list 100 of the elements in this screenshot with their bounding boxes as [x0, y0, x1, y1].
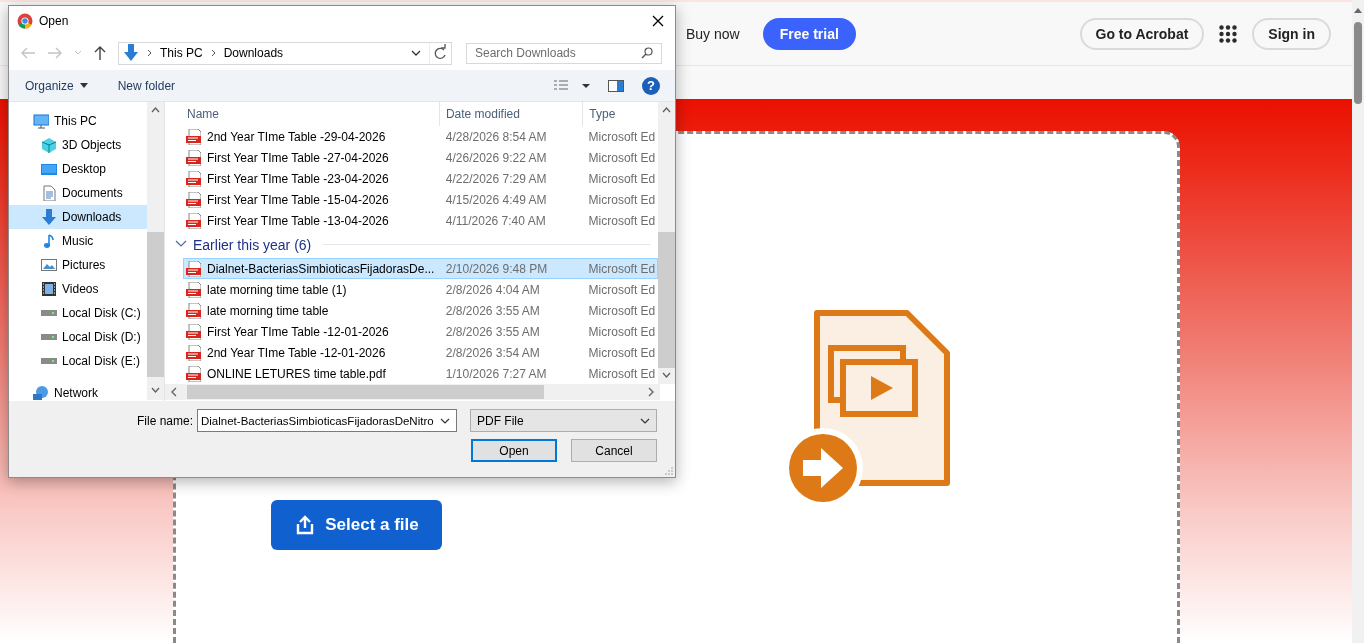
- cube-icon: [41, 137, 57, 153]
- column-header[interactable]: Name: [165, 102, 440, 126]
- dropdown-chevron-icon: [440, 417, 450, 424]
- free-trial-button[interactable]: Free trial: [762, 17, 856, 50]
- file-name: 2nd Year TIme Table -12-01-2026: [207, 345, 386, 360]
- sidebar-item[interactable]: Network: [9, 381, 147, 401]
- pdf-file-icon: [186, 302, 201, 319]
- type-cell-text: Microsoft Ed: [587, 366, 657, 381]
- file-type-dropdown[interactable]: PDF File: [470, 409, 657, 432]
- date-cell-text: 4/28/2026 8:54 AM: [444, 129, 548, 144]
- file-name: late morning time table: [207, 303, 329, 318]
- sidebar-item[interactable]: Downloads: [9, 205, 147, 229]
- sidebar-item[interactable]: Documents: [9, 181, 147, 205]
- address-bar[interactable]: This PC Downloads: [118, 41, 452, 65]
- search-icon: [641, 47, 653, 59]
- select-file-button[interactable]: Select a file: [271, 500, 442, 550]
- pdf-file-icon: [186, 128, 201, 145]
- type-cell-text: Microsoft Ed: [587, 129, 657, 144]
- dialog-button[interactable]: Open: [471, 439, 557, 462]
- sidebar-item[interactable]: Videos: [9, 277, 147, 301]
- close-icon[interactable]: [652, 15, 664, 27]
- document-icon: [41, 185, 57, 201]
- view-options-icon[interactable]: [554, 79, 590, 92]
- date-cell-text: 4/11/2026 7:40 AM: [444, 213, 547, 228]
- type-cell-text: Microsoft Ed: [587, 192, 657, 207]
- sign-in-button[interactable]: Sign in: [1252, 17, 1331, 50]
- up-arrow-icon[interactable]: [93, 45, 107, 61]
- file-row[interactable]: late morning time table (1) 2/8/2026 4:04 AM Microsoft Ed: [183, 279, 658, 300]
- field-label: File name:: [136, 413, 193, 428]
- chrome-logo-icon: [17, 13, 33, 29]
- type-cell-text: Microsoft Ed: [587, 303, 657, 318]
- date-cell-text: 4/22/2026 7:29 AM: [444, 171, 548, 186]
- breadcrumb[interactable]: Downloads: [223, 46, 284, 60]
- type-cell-text: Microsoft Ed: [587, 171, 657, 186]
- breadcrumb[interactable]: This PC: [160, 46, 203, 60]
- buy-now-link[interactable]: Buy now: [686, 25, 740, 42]
- desktop-icon: [41, 161, 57, 177]
- dropdown-chevron-icon[interactable]: [411, 50, 421, 56]
- file-row[interactable]: First Year TIme Table -23-04-2026 4/22/2026 7:29 AM Microsoft Ed: [183, 168, 658, 189]
- sidebar-item[interactable]: Pictures: [9, 253, 147, 277]
- sidebar-item[interactable]: This PC: [9, 109, 147, 133]
- file-row[interactable]: Dialnet-BacteriasSimbioticasFijadorasDe... 2/10/2026 9:48 PM Microsoft Ed: [183, 258, 658, 279]
- file-name-field[interactable]: Dialnet-BacteriasSimbioticasFijadorasDeNitro: [197, 409, 457, 432]
- go-to-acrobat-button[interactable]: Go to Acrobat: [1079, 17, 1205, 50]
- new-folder-button[interactable]: New folder: [111, 78, 182, 93]
- sidebar-item[interactable]: Local Disk (C:): [9, 301, 147, 325]
- apps-grid-icon[interactable]: [1219, 24, 1238, 43]
- type-cell-text: Microsoft Ed: [587, 213, 657, 228]
- pdf-file-icon: [186, 212, 201, 229]
- file-name: First Year TIme Table -15-04-2026: [207, 192, 389, 207]
- file-row[interactable]: First Year TIme Table -27-04-2026 4/26/2026 9:22 AM Microsoft Ed: [183, 147, 658, 168]
- file-name: ONLINE LETURES time table.pdf: [207, 366, 386, 381]
- pdf-file-icon: [186, 281, 201, 298]
- download-arrow-icon: [123, 44, 139, 62]
- caret-icon: [79, 83, 88, 88]
- network-icon: [33, 385, 49, 401]
- dropdown-chevron-icon: [640, 417, 650, 424]
- file-name: First Year TIme Table -13-04-2026: [207, 213, 389, 228]
- group-header[interactable]: Earlier this year (6): [193, 236, 312, 253]
- sidebar-item[interactable]: Music: [9, 229, 147, 253]
- date-cell-text: 1/10/2026 7:27 AM: [444, 366, 548, 381]
- computer-icon: [33, 113, 49, 129]
- type-cell-text: Microsoft Ed: [587, 324, 657, 339]
- search-field[interactable]: Search Downloads: [466, 42, 662, 64]
- window-title: Open: [39, 14, 70, 28]
- type-cell-text: Microsoft Ed: [587, 261, 657, 276]
- preview-pane-icon[interactable]: [608, 79, 624, 92]
- file-name: First Year TIme Table -12-01-2026: [207, 324, 389, 339]
- pdf-file-icon: [186, 149, 201, 166]
- download-arrow-icon: [41, 209, 57, 225]
- file-row[interactable]: 2nd Year TIme Table -29-04-2026 4/28/2026 8:54 AM Microsoft Ed: [183, 126, 658, 147]
- resize-grip-icon: [665, 467, 673, 475]
- dialog-button[interactable]: Cancel: [571, 439, 657, 462]
- file-row[interactable]: 2nd Year TIme Table -12-01-2026 2/8/2026 3:54 AM Microsoft Ed: [183, 342, 658, 363]
- file-name: late morning time table (1): [207, 282, 347, 297]
- type-cell-text: Microsoft Ed: [587, 345, 657, 360]
- file-row[interactable]: First Year TIme Table -15-04-2026 4/15/2026 4:49 AM Microsoft Ed: [183, 189, 658, 210]
- date-cell-text: 4/26/2026 9:22 AM: [444, 150, 548, 165]
- sidebar-item[interactable]: Desktop: [9, 157, 147, 181]
- column-header[interactable]: Type: [583, 102, 658, 126]
- organize-menu[interactable]: Organize: [19, 78, 94, 93]
- sidebar-item[interactable]: Local Disk (D:): [9, 325, 147, 349]
- type-cell-text: Microsoft Ed: [587, 150, 657, 165]
- help-button[interactable]: ?: [642, 76, 660, 95]
- file-row[interactable]: late morning time table 2/8/2026 3:55 AM Microsoft Ed: [183, 300, 658, 321]
- film-icon: [41, 281, 57, 297]
- sidebar-item[interactable]: 3D Objects: [9, 133, 147, 157]
- file-row[interactable]: First Year TIme Table -12-01-2026 2/8/2026 3:55 AM Microsoft Ed: [183, 321, 658, 342]
- file-row[interactable]: First Year TIme Table -13-04-2026 4/11/2026 7:40 AM Microsoft Ed: [183, 210, 658, 231]
- chevron-right-icon: [147, 49, 152, 57]
- pdf-file-icon: [186, 365, 201, 382]
- sidebar-item[interactable]: Local Disk (E:): [9, 349, 147, 373]
- chevron-right-icon: [210, 49, 216, 57]
- date-cell-text: 2/8/2026 3:55 AM: [444, 324, 541, 339]
- pdf-file-icon: [186, 191, 201, 208]
- column-header[interactable]: Date modified: [439, 102, 584, 126]
- file-row[interactable]: ONLINE LETURES time table.pdf 1/10/2026 7:27 AM Microsoft Ed: [183, 363, 658, 384]
- pdf-file-icon: [186, 260, 201, 277]
- file-name: First Year TIme Table -23-04-2026: [207, 171, 389, 186]
- date-cell-text: 2/8/2026 3:55 AM: [444, 303, 541, 318]
